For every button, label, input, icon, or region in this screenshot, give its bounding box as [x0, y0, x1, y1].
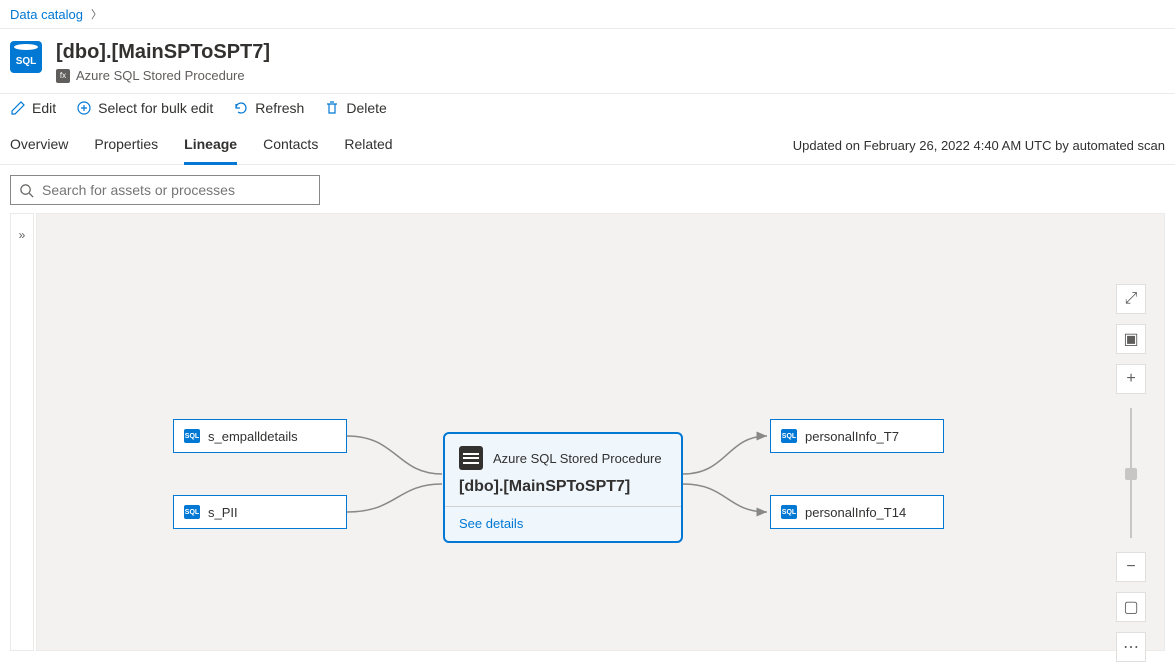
stored-procedure-icon [459, 446, 483, 470]
stored-proc-icon: fx [56, 69, 70, 83]
node-label: personalInfo_T7 [805, 429, 899, 444]
lineage-output-node[interactable]: SQL personalInfo_T7 [770, 419, 944, 453]
minus-icon: − [1126, 558, 1135, 576]
search-input[interactable] [42, 182, 311, 198]
edit-button[interactable]: Edit [10, 100, 56, 116]
fit-button[interactable]: ▣ [1116, 324, 1146, 354]
ellipsis-icon: ⋯ [1123, 637, 1139, 657]
lineage-canvas-outer: » SQL s_empalldetails SQL s_PII Azure SQ… [10, 213, 1165, 651]
expand-panel-toggle[interactable]: » [10, 213, 34, 651]
bulk-edit-button[interactable]: Select for bulk edit [76, 100, 213, 116]
breadcrumb-root[interactable]: Data catalog [10, 7, 83, 22]
slider-knob[interactable] [1125, 468, 1137, 480]
minimap-icon: ▢ [1123, 597, 1138, 617]
more-button[interactable]: ⋯ [1116, 632, 1146, 662]
tabs: Overview Properties Lineage Contacts Rel… [10, 126, 393, 164]
fullscreen-button[interactable]: ⤢ [1116, 284, 1146, 314]
tab-lineage[interactable]: Lineage [184, 126, 237, 164]
zoom-slider[interactable] [1130, 408, 1132, 538]
lineage-process-node[interactable]: Azure SQL Stored Procedure [dbo].[MainSP… [443, 432, 683, 543]
minimap-button[interactable]: ▢ [1116, 592, 1146, 622]
see-details-link[interactable]: See details [459, 516, 523, 531]
breadcrumb: Data catalog 〉 [0, 0, 1175, 29]
delete-button[interactable]: Delete [324, 100, 386, 116]
tab-contacts[interactable]: Contacts [263, 126, 318, 164]
lineage-canvas[interactable]: SQL s_empalldetails SQL s_PII Azure SQL … [36, 213, 1165, 651]
expand-icon: ⤢ [1125, 290, 1138, 308]
sql-database-icon: SQL [10, 41, 42, 73]
plus-icon: + [1126, 370, 1135, 388]
updated-info: Updated on February 26, 2022 4:40 AM UTC… [793, 138, 1165, 153]
asset-header: SQL [dbo].[MainSPToSPT7] fx Azure SQL St… [0, 29, 1175, 93]
sql-table-icon: SQL [781, 429, 797, 443]
node-label: s_empalldetails [208, 429, 298, 444]
process-type: Azure SQL Stored Procedure [493, 451, 662, 466]
sql-table-icon: SQL [781, 505, 797, 519]
trash-icon [324, 100, 340, 116]
zoom-in-button[interactable]: + [1116, 364, 1146, 394]
lineage-input-node[interactable]: SQL s_PII [173, 495, 347, 529]
chevron-right-icon: 〉 [91, 6, 102, 22]
node-label: s_PII [208, 505, 238, 520]
node-label: personalInfo_T14 [805, 505, 906, 520]
pencil-icon [10, 100, 26, 116]
chevron-double-right-icon: » [19, 228, 26, 242]
refresh-icon [233, 100, 249, 116]
canvas-tools: ⤢ ▣ + − ▢ ⋯ [1116, 284, 1146, 662]
lineage-input-node[interactable]: SQL s_empalldetails [173, 419, 347, 453]
asset-subtype: Azure SQL Stored Procedure [76, 68, 245, 83]
fit-screen-icon: ▣ [1123, 329, 1138, 349]
lineage-search[interactable] [10, 175, 320, 205]
tab-related[interactable]: Related [344, 126, 392, 164]
refresh-button[interactable]: Refresh [233, 100, 304, 116]
tab-overview[interactable]: Overview [10, 126, 68, 164]
sql-table-icon: SQL [184, 505, 200, 519]
lineage-output-node[interactable]: SQL personalInfo_T14 [770, 495, 944, 529]
process-name: [dbo].[MainSPToSPT7] [459, 478, 667, 496]
page-title: [dbo].[MainSPToSPT7] [56, 41, 270, 64]
plus-circle-icon [76, 100, 92, 116]
zoom-out-button[interactable]: − [1116, 552, 1146, 582]
search-icon [19, 183, 34, 198]
sql-table-icon: SQL [184, 429, 200, 443]
action-toolbar: Edit Select for bulk edit Refresh Delete [0, 93, 1175, 126]
tabs-row: Overview Properties Lineage Contacts Rel… [0, 126, 1175, 165]
tab-properties[interactable]: Properties [94, 126, 158, 164]
